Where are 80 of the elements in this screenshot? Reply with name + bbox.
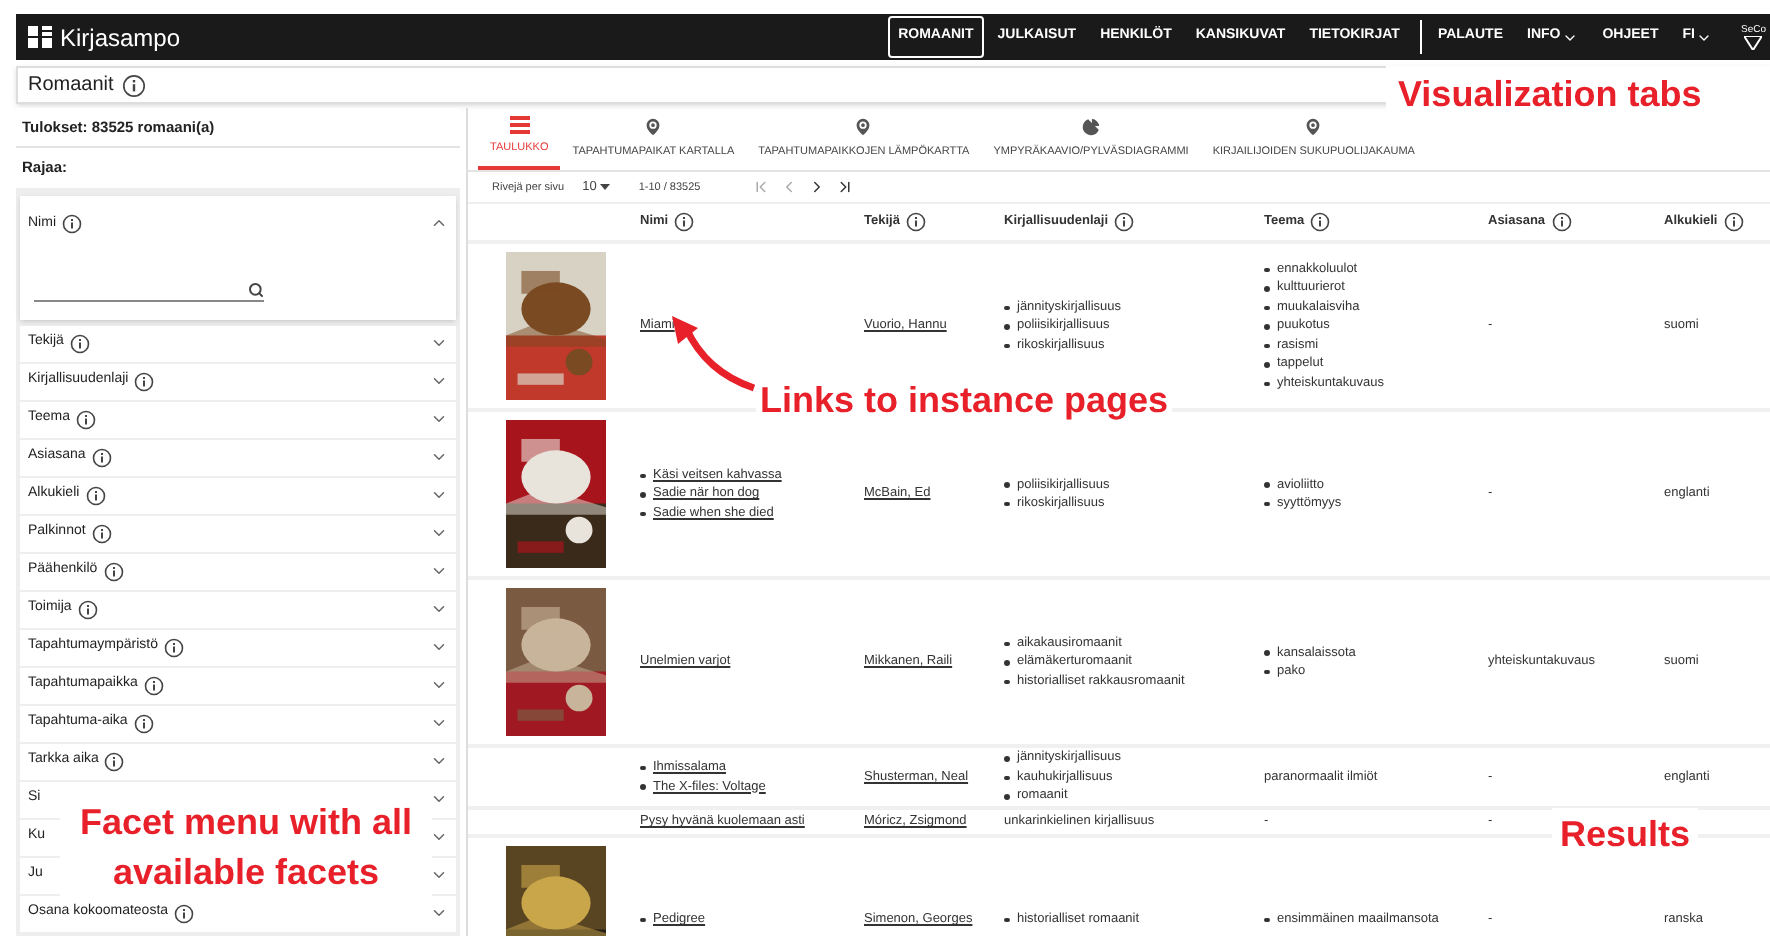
bullet-icon bbox=[1264, 669, 1269, 675]
bullet-icon bbox=[1264, 267, 1269, 272]
map-pin-icon bbox=[852, 116, 875, 138]
info-icon[interactable] bbox=[174, 903, 195, 923]
bullet-icon bbox=[1004, 679, 1009, 684]
info-icon[interactable] bbox=[103, 561, 124, 581]
info-icon[interactable] bbox=[76, 409, 97, 429]
map-pin-icon bbox=[642, 116, 665, 138]
bullet-icon bbox=[1004, 917, 1009, 923]
pie-chart-icon bbox=[1080, 116, 1102, 138]
bullet-icon bbox=[1264, 482, 1269, 488]
expand-icon[interactable] bbox=[430, 562, 448, 580]
logo-icon bbox=[28, 26, 52, 48]
bullet-icon bbox=[1264, 501, 1269, 507]
info-icon[interactable] bbox=[91, 523, 112, 543]
info-icon[interactable] bbox=[69, 333, 90, 353]
info-icon[interactable] bbox=[1114, 212, 1135, 233]
search-field[interactable] bbox=[34, 278, 264, 302]
expand-icon[interactable] bbox=[430, 638, 448, 656]
expand-icon[interactable] bbox=[430, 828, 448, 846]
caret-icon bbox=[600, 184, 611, 191]
bullet-icon bbox=[1004, 482, 1009, 488]
bullet-icon bbox=[1264, 286, 1269, 291]
map-pin-icon bbox=[1302, 116, 1325, 138]
expand-icon[interactable] bbox=[430, 524, 448, 542]
expand-icon[interactable] bbox=[430, 866, 448, 884]
expand-icon[interactable] bbox=[430, 448, 448, 466]
info-icon[interactable] bbox=[163, 637, 184, 657]
info-icon[interactable] bbox=[1551, 212, 1572, 233]
info-icon[interactable] bbox=[121, 73, 146, 97]
info-icon[interactable] bbox=[133, 713, 154, 733]
table-icon bbox=[509, 116, 530, 134]
info-icon[interactable] bbox=[85, 485, 106, 505]
last-page-icon[interactable] bbox=[836, 178, 855, 197]
bullet-icon bbox=[640, 511, 645, 516]
bullet-icon bbox=[1264, 343, 1269, 348]
bullet-icon bbox=[1004, 343, 1009, 348]
info-icon[interactable] bbox=[134, 371, 155, 391]
info-icon[interactable] bbox=[143, 675, 164, 695]
info-icon[interactable] bbox=[77, 599, 98, 619]
bullet-icon bbox=[1264, 305, 1269, 310]
bullet-icon bbox=[640, 917, 645, 923]
bullet-icon bbox=[1004, 324, 1009, 329]
bullet-icon bbox=[1004, 501, 1009, 507]
info-icon[interactable] bbox=[674, 212, 695, 233]
bullet-icon bbox=[640, 765, 645, 771]
bullet-icon bbox=[640, 473, 645, 478]
info-icon[interactable] bbox=[1723, 212, 1744, 233]
expand-icon[interactable] bbox=[430, 752, 448, 770]
expand-icon[interactable] bbox=[430, 600, 448, 618]
expand-icon[interactable] bbox=[430, 334, 448, 352]
bullet-icon bbox=[1264, 362, 1269, 367]
app-title: Kirjasampo bbox=[60, 21, 181, 55]
bullet-icon bbox=[1004, 305, 1009, 310]
bullet-icon bbox=[640, 492, 645, 497]
expand-icon[interactable] bbox=[430, 410, 448, 428]
info-icon[interactable] bbox=[104, 751, 125, 771]
bullet-icon bbox=[640, 784, 645, 790]
info-icon[interactable] bbox=[1310, 212, 1331, 233]
info-icon[interactable] bbox=[91, 447, 112, 467]
bullet-icon bbox=[1004, 641, 1009, 646]
expand-icon[interactable] bbox=[430, 676, 448, 694]
expand-icon[interactable] bbox=[430, 790, 448, 808]
bullet-icon bbox=[1004, 794, 1009, 799]
search-icon[interactable] bbox=[248, 281, 264, 297]
info-icon[interactable] bbox=[62, 213, 82, 234]
bullet-icon bbox=[1004, 660, 1009, 665]
bullet-icon bbox=[1264, 917, 1269, 923]
expand-icon[interactable] bbox=[430, 486, 448, 504]
bullet-icon bbox=[1264, 381, 1269, 386]
bullet-icon bbox=[1004, 775, 1009, 780]
info-icon[interactable] bbox=[905, 212, 926, 233]
expand-icon[interactable] bbox=[430, 904, 448, 922]
bullet-icon bbox=[1004, 756, 1009, 761]
bullet-icon bbox=[1264, 324, 1269, 329]
logo-icon bbox=[1744, 36, 1763, 50]
expand-icon[interactable] bbox=[430, 714, 448, 732]
page-title: Romaanit bbox=[28, 72, 114, 100]
expand-icon[interactable] bbox=[430, 372, 448, 390]
bullet-icon bbox=[1264, 650, 1269, 656]
